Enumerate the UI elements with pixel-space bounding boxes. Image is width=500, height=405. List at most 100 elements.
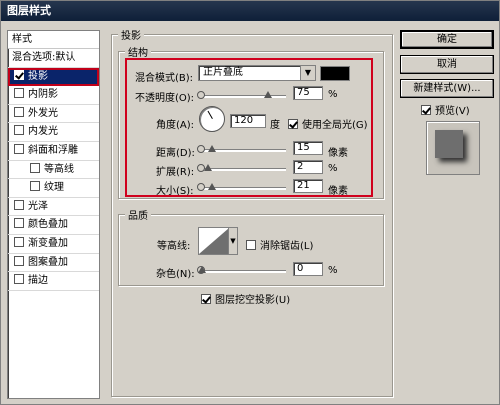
styles-item-texture[interactable]: 纹理 (8, 179, 99, 198)
drop-shadow-checkbox[interactable] (14, 69, 24, 80)
styles-item-label: 内发光 (28, 126, 58, 138)
preview-label: 预览(V) (435, 106, 470, 117)
global-light-checkbox[interactable] (288, 119, 298, 129)
quality-title: 品质 (125, 207, 151, 222)
spread-unit: % (328, 163, 338, 174)
styles-item-outer-glow[interactable]: 外发光 (8, 105, 99, 124)
styles-item-label: 斜面和浮雕 (28, 144, 78, 156)
styles-item-label: 光泽 (28, 200, 48, 212)
styles-item-label: 图案叠加 (28, 256, 68, 268)
preview-checkbox[interactable] (421, 105, 431, 115)
shadow-color-swatch[interactable] (320, 66, 350, 81)
size-slider[interactable] (197, 183, 286, 191)
ok-button[interactable]: 确定 (400, 30, 494, 49)
styles-item-color-overlay[interactable]: 颜色叠加 (8, 216, 99, 235)
contour-checkbox[interactable] (30, 162, 40, 173)
new-style-button[interactable]: 新建样式(W)... (400, 79, 494, 98)
noise-slider[interactable] (197, 266, 286, 274)
texture-checkbox[interactable] (30, 181, 40, 192)
distance-input[interactable]: 15 (293, 141, 323, 155)
spread-slider[interactable] (197, 164, 286, 172)
styles-item-label: 颜色叠加 (28, 219, 68, 231)
knockout-label: 图层挖空投影(U) (215, 295, 291, 306)
styles-item-label: 内阴影 (28, 89, 58, 101)
styles-item-gradient-overlay[interactable]: 渐变叠加 (8, 235, 99, 254)
cancel-button[interactable]: 取消 (400, 55, 494, 74)
chevron-down-icon: ▼ (230, 237, 236, 245)
window-title: 图层样式 (1, 1, 499, 21)
angle-dial[interactable] (199, 106, 225, 132)
styles-item-stroke[interactable]: 描边 (8, 272, 99, 291)
antialias-checkbox[interactable] (246, 240, 256, 250)
bevel-emboss-checkbox[interactable] (14, 143, 24, 154)
opacity-slider-thumb[interactable] (264, 91, 272, 98)
distance-label: 距离(D): (156, 148, 195, 159)
styles-item-label: 等高线 (44, 163, 74, 175)
slider-start-icon (197, 183, 205, 191)
antialias-label: 消除锯齿(L) (260, 241, 314, 252)
knockout-checkbox[interactable] (201, 294, 211, 304)
noise-slider-thumb[interactable] (198, 266, 206, 273)
spread-label: 扩展(R): (156, 167, 195, 178)
preview-square (435, 130, 463, 158)
size-label: 大小(S): (156, 186, 194, 197)
styles-item-pattern-overlay[interactable]: 图案叠加 (8, 254, 99, 273)
styles-item-blend-options[interactable]: 混合选项:默认 (8, 49, 99, 68)
noise-label: 杂色(N): (156, 269, 195, 280)
angle-label: 角度(A): (156, 120, 195, 131)
style-preview-thumbnail (426, 121, 480, 175)
noise-unit: % (328, 265, 338, 276)
contour-linear-icon (199, 228, 229, 254)
styles-item-inner-glow[interactable]: 内发光 (8, 123, 99, 142)
styles-list-header: 样式 (8, 31, 99, 49)
styles-list: 样式 混合选项:默认 投影 内阴影 外发光 内发光 斜面和浮雕 等高线 纹理 光… (7, 30, 100, 399)
stroke-checkbox[interactable] (14, 274, 24, 285)
blend-mode-select[interactable]: 正片叠底 ▼ (198, 65, 316, 81)
antialias-checkbox-row[interactable]: 消除锯齿(L) (246, 237, 313, 252)
blend-mode-label: 混合模式(B): (135, 73, 194, 84)
styles-item-inner-shadow[interactable]: 内阴影 (8, 86, 99, 105)
size-input[interactable]: 21 (293, 179, 323, 193)
opacity-input[interactable]: 75 (293, 86, 323, 100)
structure-title: 结构 (125, 44, 151, 59)
styles-item-bevel-emboss[interactable]: 斜面和浮雕 (8, 142, 99, 161)
inner-glow-checkbox[interactable] (14, 125, 24, 136)
angle-input[interactable]: 120 (230, 114, 266, 128)
contour-dropdown[interactable]: ▼ (228, 227, 238, 255)
opacity-slider[interactable] (197, 91, 286, 99)
gradient-overlay-checkbox[interactable] (14, 236, 24, 247)
styles-item-drop-shadow[interactable]: 投影 (8, 67, 99, 87)
global-light-checkbox-row[interactable]: 使用全局光(G) (288, 116, 368, 131)
angle-unit: 度 (270, 120, 280, 131)
preview-checkbox-row[interactable]: 预览(V) (421, 102, 470, 117)
chevron-down-icon[interactable]: ▼ (300, 66, 315, 80)
angle-needle (207, 110, 213, 119)
distance-slider-thumb[interactable] (208, 145, 216, 152)
styles-item-label: 渐变叠加 (28, 237, 68, 249)
size-slider-thumb[interactable] (208, 183, 216, 190)
distance-slider[interactable] (197, 145, 286, 153)
pattern-overlay-checkbox[interactable] (14, 255, 24, 266)
spread-slider-thumb[interactable] (204, 164, 212, 171)
styles-item-label: 外发光 (28, 107, 58, 119)
distance-unit: 像素 (328, 148, 348, 159)
contour-label: 等高线: (157, 241, 191, 252)
spread-input[interactable]: 2 (293, 160, 323, 174)
opacity-label: 不透明度(O): (135, 93, 195, 104)
blend-mode-value: 正片叠底 (203, 67, 243, 78)
inner-shadow-checkbox[interactable] (14, 88, 24, 99)
satin-checkbox[interactable] (14, 199, 24, 210)
styles-item-label: 投影 (28, 70, 48, 82)
outer-glow-checkbox[interactable] (14, 106, 24, 117)
knockout-checkbox-row[interactable]: 图层挖空投影(U) (201, 291, 290, 306)
styles-item-satin[interactable]: 光泽 (8, 198, 99, 217)
contour-picker[interactable] (198, 227, 230, 255)
noise-input[interactable]: 0 (293, 262, 323, 276)
styles-item-label: 纹理 (44, 182, 64, 194)
opacity-unit: % (328, 89, 338, 100)
styles-item-contour[interactable]: 等高线 (8, 161, 99, 180)
global-light-label: 使用全局光(G) (302, 120, 368, 131)
styles-item-label: 描边 (28, 275, 48, 287)
size-unit: 像素 (328, 186, 348, 197)
color-overlay-checkbox[interactable] (14, 218, 24, 229)
